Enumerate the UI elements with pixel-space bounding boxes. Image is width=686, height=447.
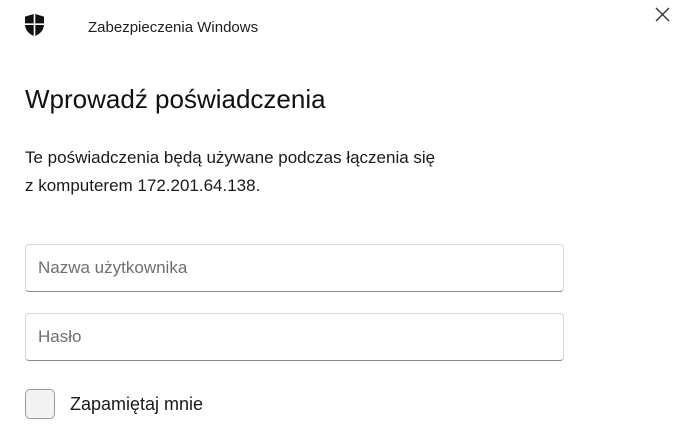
description-line-2: z komputerem 172.201.64.138.: [25, 176, 261, 195]
remember-me-checkbox[interactable]: [25, 389, 55, 419]
dialog-description: Te poświadczenia będą używane podczas łą…: [25, 144, 585, 200]
title-bar: Zabezpieczenia Windows: [0, 0, 686, 56]
dialog-heading: Wprowadź poświadczenia: [25, 84, 326, 114]
remember-me-label: Zapamiętaj mnie: [70, 394, 204, 414]
shield-icon: [24, 13, 45, 37]
app-title: Zabezpieczenia Windows: [88, 19, 259, 36]
close-button[interactable]: [646, 0, 678, 30]
username-input[interactable]: [25, 244, 564, 292]
credentials-dialog: Zabezpieczenia Windows Wprowadź poświadc…: [0, 0, 686, 447]
description-line-1: Te poświadczenia będą używane podczas łą…: [25, 148, 436, 167]
remember-me-row[interactable]: Zapamiętaj mnie: [25, 388, 285, 422]
password-input[interactable]: [25, 313, 564, 361]
